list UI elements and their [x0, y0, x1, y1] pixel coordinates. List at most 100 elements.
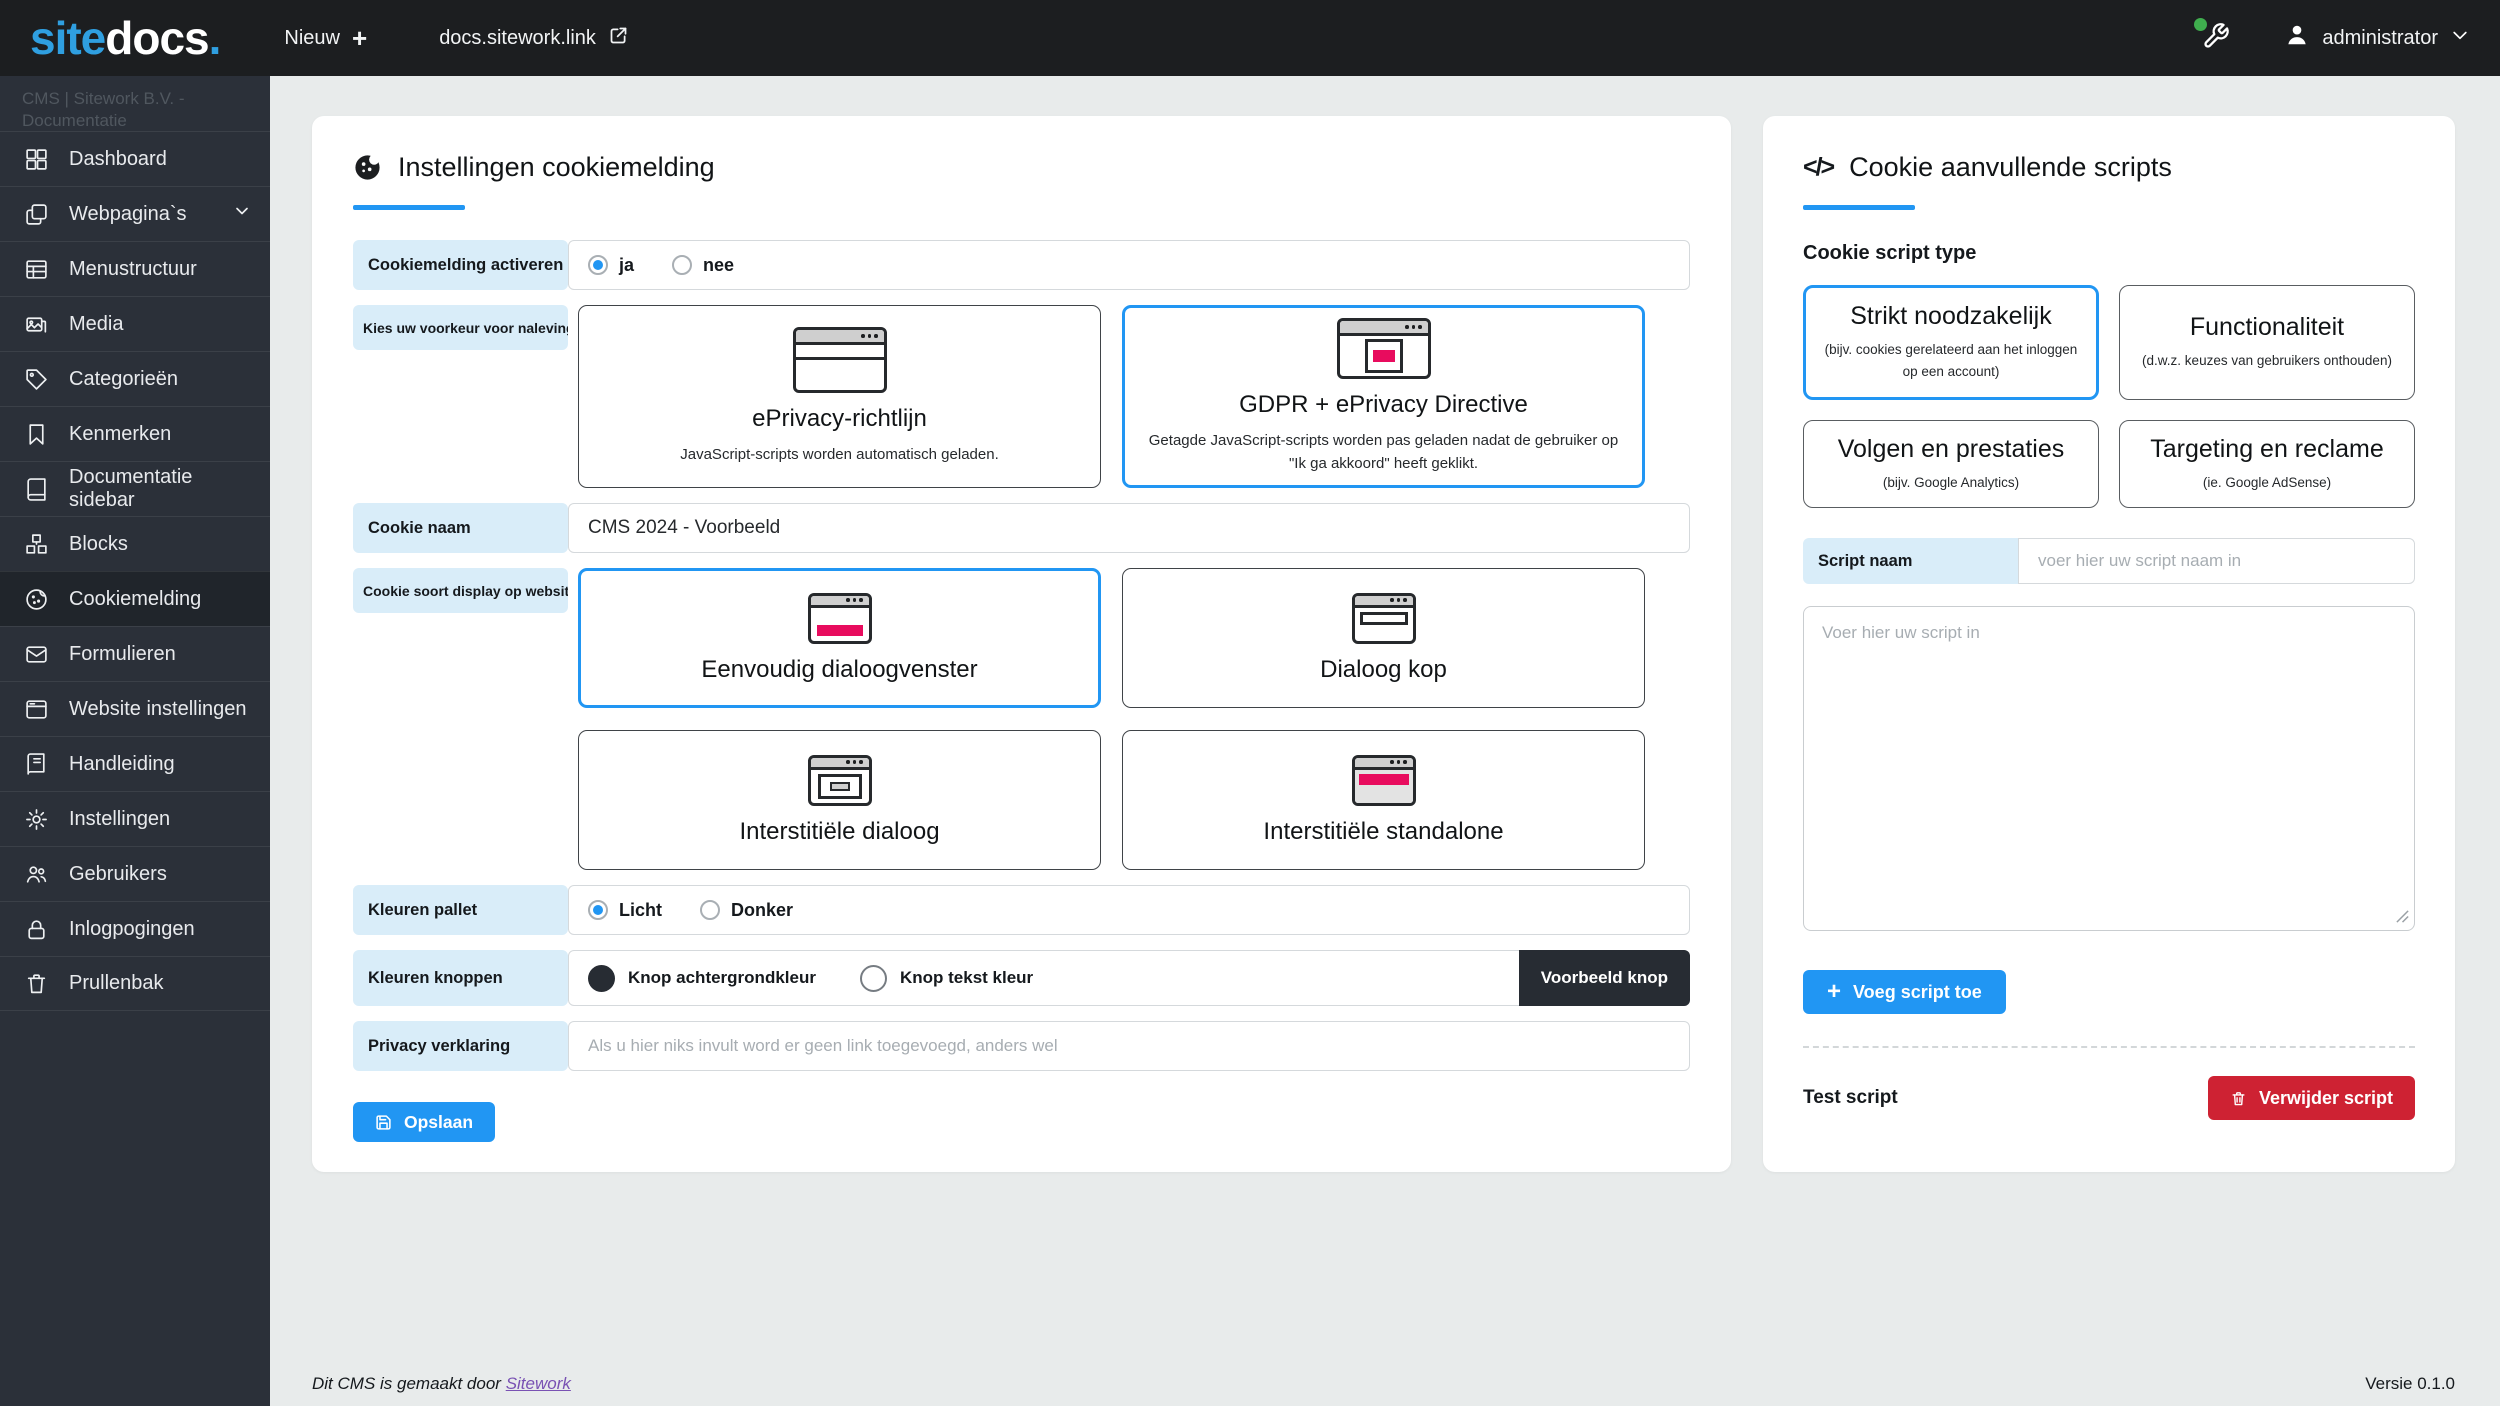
sidebar-item-label: Formulieren	[69, 642, 176, 665]
cookie-settings-panel: Instellingen cookiemelding Cookiemelding…	[312, 116, 1731, 1172]
card-title: GDPR + ePrivacy Directive	[1239, 390, 1528, 418]
display-card-eenvoudig[interactable]: Eenvoudig dialoogvenster	[578, 568, 1101, 708]
button-colors-label: Kleuren knoppen	[353, 950, 568, 1006]
sidebar-item-label: Menustructuur	[69, 257, 197, 280]
radio-licht[interactable]	[588, 900, 608, 920]
button-text-color-swatch[interactable]	[859, 964, 887, 992]
display-type-label: Cookie soort display op website	[353, 568, 568, 613]
button-bg-color-label: Knop achtergrondkleur	[628, 968, 816, 987]
display-card-interstitiele-standalone[interactable]: Interstitiële standalone	[1122, 730, 1645, 870]
sidebar-item-menustructuur[interactable]: Menustructuur	[0, 241, 270, 296]
sidebar-item-label: Website instellingen	[69, 697, 247, 720]
card-subtitle: JavaScript-scripts worden automatisch ge…	[680, 445, 999, 463]
sidebar-item-gebruikers[interactable]: Gebruikers	[0, 846, 270, 901]
sidebar-item-cookiemelding[interactable]: Cookiemelding	[0, 571, 270, 626]
add-script-button[interactable]: + Voeg script toe	[1803, 970, 2006, 1014]
content-area: Instellingen cookiemelding Cookiemelding…	[270, 76, 2500, 1406]
site-link[interactable]: docs.sitework.link	[439, 25, 629, 52]
credit-text: Dit CMS is gemaakt door Sitework	[312, 1374, 571, 1394]
cookie-icon	[24, 587, 49, 612]
sidebar-item-webpaginas[interactable]: Webpagina`s	[0, 186, 270, 241]
preview-button[interactable]: Voorbeeld knop	[1518, 950, 1690, 1006]
radio-donker[interactable]	[700, 900, 720, 920]
accent-underline	[353, 205, 465, 210]
manual-icon	[24, 752, 49, 777]
interstitial-dialog-icon	[807, 754, 872, 806]
script-body-textarea[interactable]	[1803, 606, 2415, 931]
display-card-dialoog-kop[interactable]: Dialoog kop	[1122, 568, 1645, 708]
sidebar-item-dashboard[interactable]: Dashboard	[0, 131, 270, 186]
online-status-dot	[2194, 17, 2208, 31]
sidebar-item-label: Inlogpogingen	[69, 917, 195, 940]
sidebar-item-website-instellingen[interactable]: Website instellingen	[0, 681, 270, 736]
sidebar-item-categorieen[interactable]: Categorieën	[0, 351, 270, 406]
compliance-card-gdpr[interactable]: GDPR + ePrivacy Directive Getagde JavaSc…	[1122, 305, 1645, 488]
script-name-label: Script naam	[1803, 538, 2018, 584]
type-card-strikt-noodzakelijk[interactable]: Strikt noodzakelijk (bijv. cookies gerel…	[1803, 285, 2099, 400]
trash-icon	[2230, 1090, 2247, 1107]
lock-icon	[24, 917, 49, 942]
script-name-input[interactable]	[2038, 550, 2395, 572]
user-icon	[2284, 22, 2310, 54]
card-title: Interstitiële dialoog	[739, 817, 940, 845]
card-subtitle: Getagde JavaScript-scripts worden pas ge…	[1148, 431, 1619, 472]
sidebar-item-blocks[interactable]: Blocks	[0, 516, 270, 571]
panel-title: Cookie aanvullende scripts	[1849, 152, 2172, 182]
site-link-label: docs.sitework.link	[439, 26, 596, 49]
nieuw-label: Nieuw	[284, 26, 340, 49]
sidebar-item-kenmerken[interactable]: Kenmerken	[0, 406, 270, 461]
type-card-volgen-en-prestaties[interactable]: Volgen en prestaties (bijv. Google Analy…	[1803, 420, 2099, 508]
radio-ja-label: ja	[619, 254, 635, 275]
type-subtitle: (bijv. cookies gerelateerd aan het inlog…	[1824, 342, 2078, 379]
palette-label: Kleuren pallet	[353, 885, 568, 935]
radio-donker-label: Donker	[731, 899, 794, 920]
nieuw-menu[interactable]: Nieuw +	[284, 25, 367, 51]
sidebar: CMS | Sitework B.V. - Documentatie Dashb…	[0, 76, 270, 1406]
user-menu[interactable]: administrator	[2284, 22, 2470, 54]
sidebar-item-inlogpogingen[interactable]: Inlogpogingen	[0, 901, 270, 956]
card-title: Eenvoudig dialoogvenster	[701, 655, 978, 683]
pages-icon	[24, 202, 49, 227]
sidebar-item-label: Cookiemelding	[69, 587, 202, 610]
privacy-input[interactable]	[588, 1035, 1670, 1057]
save-button-label: Opslaan	[404, 1111, 474, 1132]
sidebar-item-label: Gebruikers	[69, 862, 167, 885]
radio-ja[interactable]	[588, 255, 608, 275]
accent-underline	[1803, 205, 1915, 210]
sidebar-item-label: Blocks	[69, 532, 128, 555]
display-card-interstitiele-dialoog[interactable]: Interstitiële dialoog	[578, 730, 1101, 870]
add-script-label: Voeg script toe	[1853, 981, 1982, 1002]
save-button[interactable]: Opslaan	[353, 1102, 496, 1142]
delete-script-button[interactable]: Verwijder script	[2207, 1076, 2415, 1120]
trash-icon	[24, 971, 49, 996]
sidebar-item-instellingen[interactable]: Instellingen	[0, 791, 270, 846]
sidebar-item-media[interactable]: Media	[0, 296, 270, 351]
type-subtitle: (ie. Google AdSense)	[2202, 474, 2332, 490]
button-bg-color-swatch[interactable]	[588, 964, 615, 992]
tools-button[interactable]	[2194, 17, 2230, 55]
radio-nee[interactable]	[672, 255, 693, 275]
type-subtitle: (bijv. Google Analytics)	[1882, 474, 2020, 490]
cookie-name-input[interactable]	[588, 517, 1670, 539]
interstitial-standalone-icon	[1351, 754, 1416, 806]
plus-icon: +	[352, 23, 368, 53]
activate-control: ja nee	[568, 240, 1690, 290]
type-card-functionaliteit[interactable]: Functionaliteit (d.w.z. keuzes van gebru…	[2119, 285, 2415, 400]
palette-control: Licht Donker	[568, 885, 1690, 935]
users-icon	[24, 862, 49, 887]
media-icon	[24, 312, 49, 337]
type-card-targeting-en-reclame[interactable]: Targeting en reclame (ie. Google AdSense…	[2119, 420, 2415, 508]
sitework-link[interactable]: Sitework	[506, 1374, 571, 1393]
sidebar-item-handleiding[interactable]: Handleiding	[0, 736, 270, 791]
resize-handle[interactable]	[2395, 909, 2410, 929]
wrench-icon	[2202, 22, 2230, 54]
sidebar-item-prullenbak[interactable]: Prullenbak	[0, 956, 270, 1011]
chevron-down-icon	[232, 201, 252, 227]
compliance-card-eprivacy[interactable]: ePrivacy-richtlijn JavaScript-scripts wo…	[578, 305, 1101, 488]
footer: Dit CMS is gemaakt door Sitework Versie …	[312, 1374, 2455, 1394]
sitedocs-logo[interactable]: sitedocs.	[30, 15, 221, 61]
sidebar-item-documentatie-sidebar[interactable]: Documentatie sidebar	[0, 461, 270, 516]
sidebar-item-label: Instellingen	[69, 807, 171, 830]
sidebar-item-formulieren[interactable]: Formulieren	[0, 626, 270, 681]
version-text: Versie 0.1.0	[2365, 1374, 2455, 1393]
